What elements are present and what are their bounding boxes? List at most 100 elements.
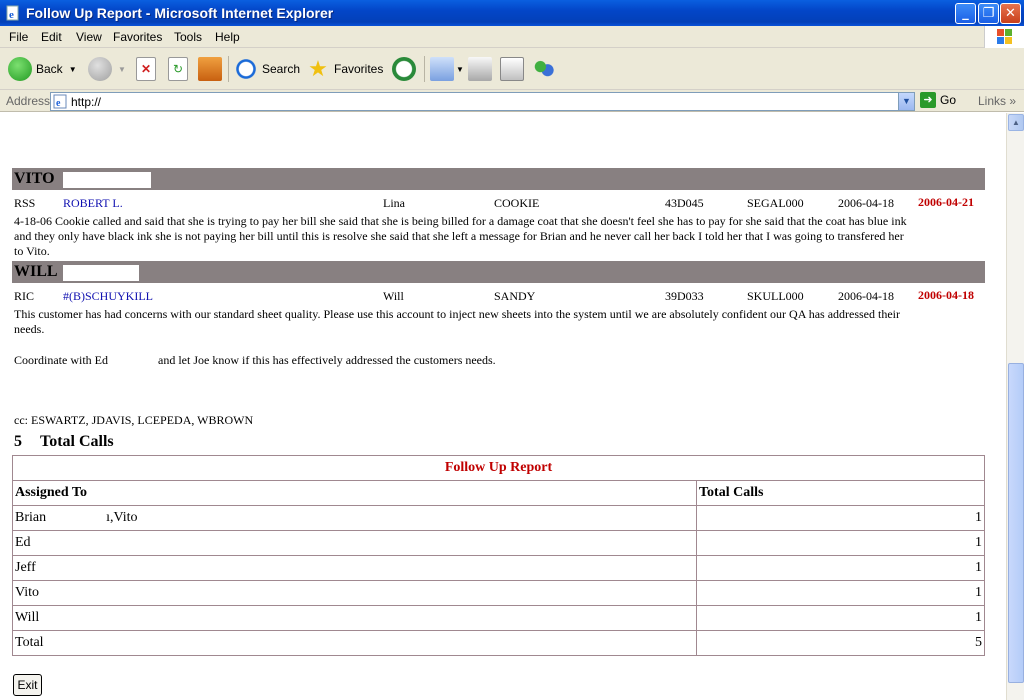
chevron-down-icon: ▼	[118, 64, 126, 74]
followup-date: 2006-04-18	[918, 288, 974, 302]
row-contact: Will	[383, 289, 404, 303]
total-label: Total	[12, 630, 697, 656]
vertical-scrollbar[interactable]: ▲	[1006, 113, 1024, 700]
print-button[interactable]	[468, 56, 492, 82]
refresh-icon: ↻	[168, 57, 188, 81]
close-button[interactable]: ✕	[1000, 3, 1021, 24]
window-title: Follow Up Report - Microsoft Internet Ex…	[26, 5, 334, 21]
address-box: e ▼	[50, 92, 915, 111]
row-id: 43D045	[665, 196, 704, 210]
svg-text:e: e	[9, 9, 14, 21]
table-row: Ed 1	[12, 530, 985, 556]
page-icon: e	[53, 94, 67, 109]
row-code: RIC	[14, 289, 35, 303]
total-value: 5	[696, 630, 985, 656]
history-button[interactable]	[392, 56, 416, 82]
table-row: Vito 1	[12, 580, 985, 606]
favorites-button[interactable]: ★ Favorites	[306, 56, 383, 82]
menu-edit[interactable]: Edit	[41, 30, 62, 44]
follow-up-report-table: Follow Up Report Assigned To Total Calls…	[12, 455, 985, 656]
assignee-name-extra: ı,Vito	[106, 510, 138, 525]
scroll-up-icon[interactable]: ▲	[1008, 114, 1024, 131]
followup-date: 2006-04-21	[918, 195, 974, 209]
address-input[interactable]	[71, 94, 891, 109]
mail-button[interactable]: ▼	[430, 56, 464, 82]
stop-button[interactable]: ✕	[136, 56, 156, 82]
table-caption-row: Follow Up Report	[12, 455, 985, 481]
address-label: Address	[6, 94, 51, 108]
mail-icon	[430, 57, 454, 81]
calls-cell: 1	[696, 505, 985, 531]
customer-link[interactable]: ROBERT L.	[63, 196, 123, 211]
menu-tools[interactable]: Tools	[174, 30, 202, 44]
row-contact: Lina	[383, 196, 405, 210]
group-header-vito: VITO	[12, 168, 985, 190]
calls-cell: 1	[696, 530, 985, 556]
edit-page-icon	[500, 57, 524, 81]
edit-button[interactable]	[500, 56, 524, 82]
col-total-calls: Total Calls	[696, 480, 985, 506]
row-code: RSS	[14, 196, 36, 210]
assignee-name: Vito	[12, 580, 697, 606]
customer-link[interactable]: #(B)SCHUYKILL	[63, 289, 153, 304]
row-date: 2006-04-18	[838, 196, 894, 210]
row-ref: SEGAL000	[747, 196, 804, 210]
back-button[interactable]: Back ▼	[8, 56, 77, 82]
search-button[interactable]: Search	[234, 56, 300, 82]
ie-page-icon: e	[6, 5, 19, 21]
windows-logo-icon	[984, 26, 1024, 48]
calls-cell: 1	[696, 605, 985, 631]
go-label: Go	[940, 93, 957, 107]
toolbar-separator	[424, 56, 425, 82]
assigned-cell: Brian ı,Vito	[12, 505, 697, 531]
favorites-label: Favorites	[334, 62, 384, 76]
printer-icon	[468, 57, 492, 81]
forward-arrow-icon	[88, 57, 112, 81]
links-button[interactable]: Links »	[978, 94, 1016, 108]
calls-cell: 1	[696, 580, 985, 606]
assignee-name: Jeff	[12, 555, 697, 581]
call-notes: This customer has had concerns with our …	[14, 307, 900, 336]
go-button[interactable]: ➜ Go	[920, 92, 956, 108]
history-icon	[392, 57, 416, 81]
menu-view[interactable]: View	[76, 30, 102, 44]
maximize-button[interactable]: ❐	[978, 3, 999, 24]
back-arrow-icon	[8, 57, 32, 81]
address-dropdown-icon[interactable]: ▼	[898, 93, 914, 110]
menu-file[interactable]: File	[9, 30, 28, 44]
table-caption: Follow Up Report	[12, 455, 985, 481]
menu-favorites[interactable]: Favorites	[113, 30, 162, 44]
home-button[interactable]	[198, 56, 222, 82]
total-calls-label: Total Calls	[40, 433, 114, 450]
menu-help[interactable]: Help	[215, 30, 240, 44]
home-icon	[198, 57, 222, 81]
menu-bar: File Edit View Favorites Tools Help	[0, 26, 1024, 48]
go-arrow-icon: ➜	[920, 92, 936, 108]
minimize-button[interactable]: _	[955, 3, 976, 24]
row-id: 39D033	[665, 289, 704, 303]
title-bar: e Follow Up Report - Microsoft Internet …	[0, 0, 1024, 26]
messenger-button[interactable]	[532, 56, 556, 82]
messenger-icon	[532, 57, 556, 81]
row-date: 2006-04-18	[838, 289, 894, 303]
row-ref: SKULL000	[747, 289, 804, 303]
row-account: SANDY	[494, 289, 536, 303]
scroll-thumb[interactable]	[1008, 363, 1024, 683]
table-header-row: Assigned To Total Calls	[12, 480, 985, 506]
redaction-box	[63, 265, 139, 281]
page-content: VITO RSS ROBERT L. Lina COOKIE 43D045 SE…	[0, 113, 1006, 700]
forward-button[interactable]: ▼	[88, 56, 126, 82]
total-calls-heading: 5 Total Calls	[14, 433, 114, 451]
group-header-will: WILL	[12, 261, 985, 283]
search-icon	[234, 57, 258, 81]
row-account: COOKIE	[494, 196, 540, 210]
exit-button[interactable]: Exit	[13, 674, 42, 696]
call-notes-followup: and let Joe know if this has effectively…	[158, 353, 496, 367]
call-notes: 4-18-06 Cookie called and said that she …	[14, 214, 907, 258]
assignee-name: Will	[12, 605, 697, 631]
back-label: Back	[36, 62, 63, 76]
table-row: Will 1	[12, 605, 985, 631]
refresh-button[interactable]: ↻	[168, 56, 188, 82]
links-label: Links	[978, 94, 1007, 108]
col-assigned-to: Assigned To	[12, 480, 697, 506]
